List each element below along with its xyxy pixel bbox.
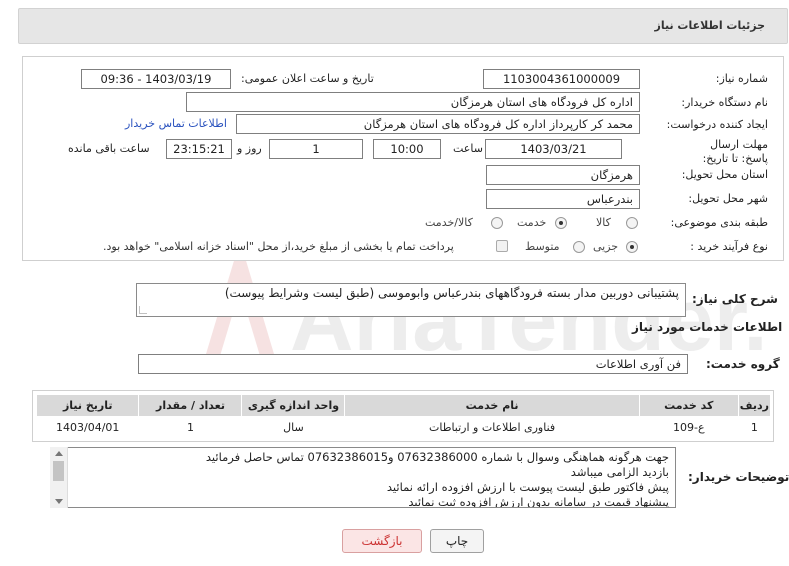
deadline-date-field: 1403/03/21 [485,139,622,159]
treasury-payment-note: پرداخت تمام یا بخشی از مبلغ خرید،از محل … [103,240,454,253]
col-header-name: نام خدمت [344,394,640,417]
deadline-label: مهلت ارسال پاسخ: تا تاریخ: [702,138,768,165]
col-header-quantity: تعداد / مقدار [138,394,243,417]
need-summary-text: پشتیبانی دوربین مدار بسته فرودگاههای بند… [224,286,679,300]
scroll-thumb[interactable] [53,461,64,481]
col-header-code: کد خدمت [638,394,739,417]
need-number-field: 1103004361000009 [483,69,640,89]
category-service-label: خدمت [517,216,547,229]
scroll-down-icon[interactable] [55,499,63,504]
category-label: طبقه بندی موضوعی: [670,216,768,229]
buyer-notes-scrollbar[interactable] [50,447,68,508]
category-radio-goods-service[interactable] [491,217,503,229]
requester-field: محمد کر کارپرداز اداره کل فرودگاه های اس… [236,114,640,134]
announce-datetime-field: 1403/03/19 - 09:36 [81,69,231,89]
process-medium-label: متوسط [525,240,560,253]
resize-handle-icon[interactable] [139,306,147,314]
deadline-hour-label: ساعت [453,142,483,155]
buyer-note-line: پیشنهاد قیمت در سامانه بدون ارزش افزوده … [408,495,669,508]
category-radio-service[interactable] [555,217,567,229]
services-section-title: اطلاعات خدمات مورد نیاز [632,320,783,334]
process-label: نوع فرآیند خرید : [690,240,768,253]
cell-code: ع-109 [639,416,739,439]
service-group-label: گروه خدمت: [706,357,780,371]
remaining-label: ساعت باقی مانده [68,142,150,155]
cell-row: 1 [738,416,771,439]
deadline-time-field: 10:00 [373,139,441,159]
cell-quantity: 1 [138,416,242,439]
remaining-time-field: 23:15:21 [166,139,232,159]
scroll-up-icon[interactable] [55,451,63,456]
province-field: هرمزگان [486,165,640,185]
treasury-payment-checkbox[interactable] [496,240,508,252]
col-header-unit: واحد اندازه گیری [241,394,346,417]
cell-name: فناوری اطلاعات و ارتباطات [344,416,640,439]
col-header-row: ردیف [737,394,772,417]
buyer-notes-textarea[interactable]: جهت هرگونه هماهنگی وسوال با شماره 076323… [50,447,676,508]
buyer-org-field: اداره کل فرودگاه های استان هرمزگان [186,92,640,112]
need-info-panel: شماره نیاز: 1103004361000009 تاریخ و ساع… [22,56,784,261]
need-summary-label: شرح کلی نیاز: [692,292,778,306]
service-group-field: فن آوری اطلاعات [138,354,688,374]
table-header-row: ردیف کد خدمت نام خدمت واحد اندازه گیری ت… [35,394,772,417]
days-field: 1 [269,139,363,159]
cell-unit: سال [241,416,345,439]
city-label: شهر محل تحویل: [688,192,768,205]
buyer-org-label: نام دستگاه خریدار: [681,96,768,109]
buyer-notes-label: توضیحات خریدار: [688,470,789,484]
process-radio-medium[interactable] [573,241,585,253]
buyer-contact-link[interactable]: اطلاعات تماس خریدار [125,117,227,130]
need-details-page: جزئیات اطلاعات نیاز AriaTender.net شماره… [0,0,789,566]
category-radio-goods[interactable] [626,217,638,229]
day-and-label: روز و [237,142,262,155]
city-field: بندرعباس [486,189,640,209]
process-radio-minor[interactable] [626,241,638,253]
services-table: ردیف کد خدمت نام خدمت واحد اندازه گیری ت… [35,394,772,439]
province-label: استان محل تحویل: [681,168,768,181]
category-goods-label: کالا [596,216,611,229]
page-header: جزئیات اطلاعات نیاز [18,8,788,44]
buyer-note-line: بازدید الزامی میباشد [570,465,669,479]
process-minor-label: جزیی [593,240,619,253]
buyer-note-line: پیش فاکتور طبق لیست پیوست با ارزش افزوده… [386,480,669,494]
page-title: جزئیات اطلاعات نیاز [654,19,766,32]
announce-datetime-label: تاریخ و ساعت اعلان عمومی: [241,72,374,85]
print-button[interactable]: چاپ [430,529,484,553]
need-number-label: شماره نیاز: [715,72,768,85]
cell-date: 1403/04/01 [36,416,139,439]
services-table-container: ردیف کد خدمت نام خدمت واحد اندازه گیری ت… [32,390,774,442]
need-summary-textarea[interactable]: پشتیبانی دوربین مدار بسته فرودگاههای بند… [136,283,686,317]
back-button[interactable]: بازگشت [342,529,422,553]
col-header-date: تاریخ نیاز [35,394,140,417]
requester-label: ایجاد کننده درخواست: [666,118,768,131]
category-goods-service-label: کالا/خدمت [425,216,473,229]
buyer-note-line: جهت هرگونه هماهنگی وسوال با شماره 076323… [205,450,669,464]
table-row: 1 ع-109 فناوری اطلاعات و ارتباطات سال 1 … [36,416,771,439]
